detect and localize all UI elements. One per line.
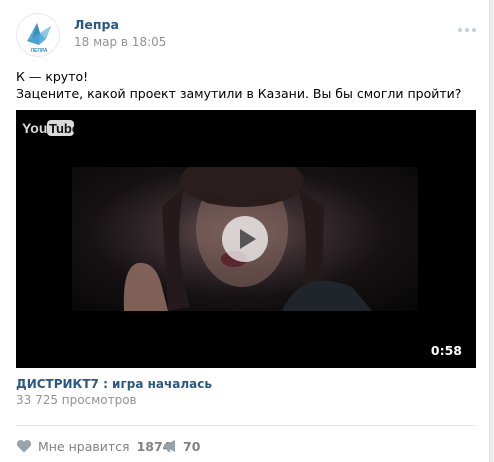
divider [16,425,476,426]
svg-text:You: You [22,120,47,136]
video-title-link[interactable]: ДИСТРИКТ7 : игра началась [16,377,212,391]
play-icon [222,216,268,262]
post-date[interactable]: 18 мар в 18:05 [74,35,166,49]
post-text-line: К — круто! [16,69,89,84]
video-views: 33 725 просмотров [16,393,137,407]
more-options-icon[interactable] [457,22,477,32]
share-button[interactable]: 70 [163,438,200,454]
post-text: К — круто! Зацените, какой проект замути… [16,68,476,102]
heart-icon [16,439,32,453]
svg-text:Tube: Tube [49,121,74,136]
youtube-logo-icon: You Tube [22,120,74,136]
megaphone-icon [164,440,175,452]
share-count: 70 [183,438,201,454]
video-player[interactable]: You Tube 0:58 [16,110,476,368]
like-label: Мне нравится [38,438,130,454]
video-duration: 0:58 [430,343,462,358]
play-button[interactable] [222,216,268,262]
like-button[interactable]: Мне нравится 1874 [16,438,171,454]
svg-text:ЛЕПРА: ЛЕПРА [31,48,48,54]
author-avatar[interactable]: ЛЕПРА [16,13,60,57]
post-card: ЛЕПРА Лепра 18 мар в 18:05 К — круто! За… [0,0,490,462]
lepra-logo-icon: ЛЕПРА [27,23,51,54]
post-text-line: Зацените, какой проект замутили в Казани… [16,86,462,101]
author-name-link[interactable]: Лепра [74,17,119,32]
